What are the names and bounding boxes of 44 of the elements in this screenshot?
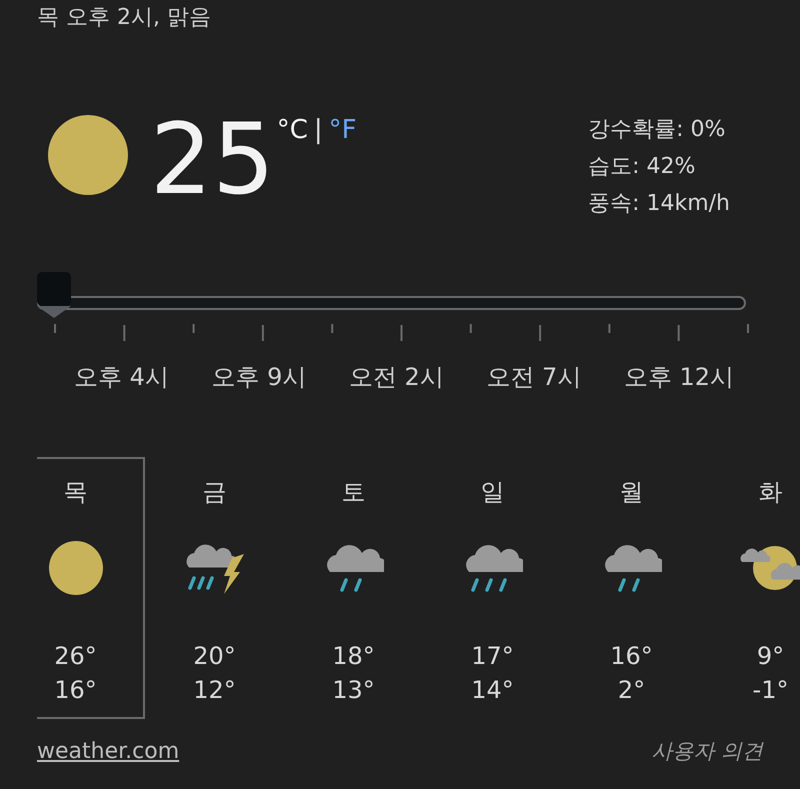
day-label: 일 bbox=[480, 477, 504, 507]
high-temperature: 16° bbox=[610, 641, 653, 672]
weather-detail: 풍속: 14km/h bbox=[588, 190, 730, 218]
low-temperature: 12° bbox=[193, 675, 236, 706]
time-label: 오후 12시 bbox=[624, 362, 734, 392]
forecast-day[interactable]: 금 20° 12° bbox=[145, 457, 284, 719]
time-label: 오후 4시 bbox=[74, 362, 169, 392]
current-temperature: 25 bbox=[150, 115, 275, 205]
low-temperature: 16° bbox=[54, 675, 97, 706]
day-label: 월 bbox=[620, 477, 644, 507]
low-temperature: -1° bbox=[752, 675, 788, 706]
unit-toggle[interactable]: °C bbox=[276, 115, 308, 145]
sun-behind-clouds-icon bbox=[738, 543, 800, 593]
forecast-day[interactable]: 토 18° 13° bbox=[284, 457, 423, 719]
time-label: 오후 9시 bbox=[211, 362, 306, 392]
day-label: 목 bbox=[64, 477, 88, 507]
high-temperature: 18° bbox=[332, 641, 375, 672]
forecast-day[interactable]: 월 16° 2° bbox=[562, 457, 701, 719]
time-label: 오전 7시 bbox=[486, 362, 582, 392]
weather-detail: 강수확률: 0% bbox=[588, 116, 726, 144]
forecast-day[interactable]: 화 9° -1° bbox=[701, 457, 800, 719]
unit-toggle[interactable]: °F bbox=[328, 115, 357, 145]
day-label: 금 bbox=[202, 477, 226, 507]
day-label: 화 bbox=[758, 477, 782, 507]
time-label: 오전 2시 bbox=[348, 362, 444, 392]
day-label: 토 bbox=[342, 477, 366, 507]
sun-icon bbox=[48, 541, 102, 595]
condition-header: 목 오후 2시, 맑음 bbox=[37, 4, 211, 32]
weather-detail: 습도: 42% bbox=[588, 153, 696, 181]
high-temperature: 17° bbox=[471, 641, 514, 672]
timeline-track[interactable] bbox=[37, 296, 746, 310]
unit-separator: | bbox=[314, 115, 323, 145]
feedback-link[interactable]: 사용자 의견 bbox=[651, 737, 763, 765]
high-temperature: 26° bbox=[54, 641, 97, 672]
low-temperature: 14° bbox=[471, 675, 514, 706]
low-temperature: 13° bbox=[332, 675, 375, 706]
source-link[interactable]: weather.com bbox=[37, 738, 180, 764]
high-temperature: 9° bbox=[756, 641, 784, 672]
low-temperature: 2° bbox=[618, 675, 646, 706]
timeline-handle[interactable] bbox=[37, 272, 71, 318]
forecast-day[interactable]: 목 26° 16° bbox=[37, 457, 145, 719]
forecast-day[interactable]: 일 17° 14° bbox=[423, 457, 562, 719]
sun-icon bbox=[48, 115, 128, 195]
high-temperature: 20° bbox=[193, 641, 236, 672]
